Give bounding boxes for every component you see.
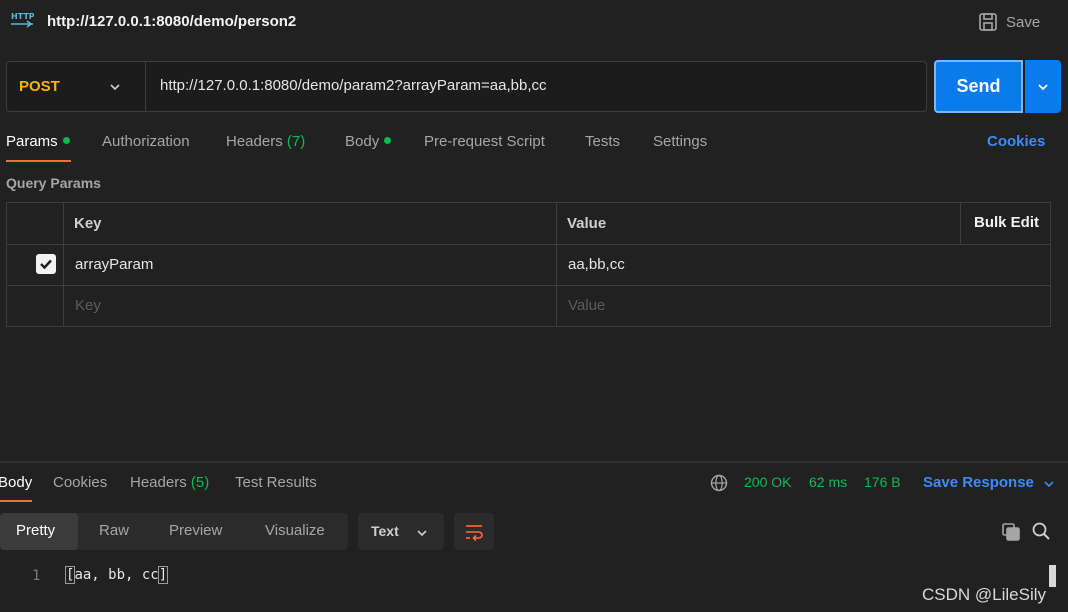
send-options-button[interactable] xyxy=(1025,60,1061,113)
table-divider xyxy=(7,244,1050,245)
param-value-cell[interactable]: aa,bb,cc xyxy=(568,256,625,273)
checkmark-icon xyxy=(40,259,52,270)
headers-count: (7) xyxy=(286,133,306,150)
tab-response-cookies[interactable]: Cookies xyxy=(53,474,107,491)
pane-divider[interactable] xyxy=(0,461,1068,463)
save-label: Save xyxy=(1006,13,1041,31)
save-response-button[interactable]: Save Response xyxy=(923,474,1034,491)
new-key-input[interactable]: Key xyxy=(75,297,101,314)
column-header-value: Value xyxy=(567,215,607,232)
tab-response-body[interactable]: Body xyxy=(0,474,32,491)
tab-tests[interactable]: Tests xyxy=(585,133,620,150)
chevron-down-icon xyxy=(417,530,427,537)
view-visualize-button[interactable]: Visualize xyxy=(265,522,325,539)
column-header-key: Key xyxy=(74,215,102,232)
search-icon[interactable] xyxy=(1031,521,1051,541)
new-value-input[interactable]: Value xyxy=(568,297,605,314)
tab-response-headers-label: Headers xyxy=(130,474,187,491)
response-headers-count: (5) xyxy=(190,474,210,491)
tab-authorization[interactable]: Authorization xyxy=(102,133,190,150)
view-raw-button[interactable]: Raw xyxy=(99,522,129,539)
response-body-code[interactable]: [aa, bb, cc] xyxy=(64,566,169,584)
chevron-down-icon[interactable] xyxy=(1042,477,1056,491)
request-title[interactable]: http://127.0.0.1:8080/demo/person2 xyxy=(47,13,296,30)
tab-settings[interactable]: Settings xyxy=(653,133,707,150)
table-divider xyxy=(556,203,557,326)
cookies-link[interactable]: Cookies xyxy=(987,133,1045,150)
params-indicator-dot xyxy=(62,136,70,144)
http-request-icon: HTTP xyxy=(11,12,34,28)
table-divider xyxy=(63,203,64,326)
tab-headers-label: Headers xyxy=(226,133,283,150)
param-enabled-checkbox[interactable] xyxy=(36,254,56,274)
chevron-down-icon[interactable] xyxy=(108,80,122,94)
table-divider xyxy=(7,285,1050,286)
method-label: POST xyxy=(19,78,60,95)
scrollbar-thumb[interactable] xyxy=(1049,565,1056,587)
copy-icon[interactable] xyxy=(1001,522,1021,542)
wrap-lines-icon xyxy=(466,524,483,541)
url-input[interactable]: http://127.0.0.1:8080/demo/param2?arrayP… xyxy=(160,77,547,94)
chevron-down-icon xyxy=(1038,83,1048,90)
globe-icon[interactable] xyxy=(710,474,728,492)
tab-body-label: Body xyxy=(345,133,380,150)
active-tab-underline xyxy=(0,500,32,502)
save-icon xyxy=(979,13,997,31)
save-button[interactable]: Save xyxy=(978,10,1040,34)
table-divider xyxy=(960,203,961,244)
param-key-cell[interactable]: arrayParam xyxy=(75,256,153,273)
view-pretty-button[interactable]: Pretty xyxy=(16,522,55,539)
view-preview-button[interactable]: Preview xyxy=(169,522,222,539)
tab-params[interactable]: Params xyxy=(6,133,70,150)
query-params-title: Query Params xyxy=(6,175,101,191)
format-label: Text xyxy=(371,523,399,539)
active-tab-underline xyxy=(6,160,71,162)
response-body-text: aa, bb, cc xyxy=(74,567,159,583)
tab-response-headers[interactable]: Headers (5) xyxy=(130,474,209,491)
response-size[interactable]: 176 B xyxy=(864,474,901,490)
status-code[interactable]: 200 OK xyxy=(744,474,791,490)
query-params-table xyxy=(6,202,1051,327)
tab-body[interactable]: Body xyxy=(345,133,392,150)
tab-test-results[interactable]: Test Results xyxy=(235,474,317,491)
close-bracket: ] xyxy=(157,566,169,584)
method-select[interactable]: POST xyxy=(6,61,145,112)
divider xyxy=(145,62,146,111)
svg-text:HTTP: HTTP xyxy=(11,12,34,21)
watermark: CSDN @LileSily xyxy=(922,585,1047,604)
tab-headers[interactable]: Headers (7) xyxy=(226,133,305,150)
bulk-edit-button[interactable]: Bulk Edit xyxy=(974,214,1039,231)
send-button[interactable]: Send xyxy=(934,60,1023,113)
tab-params-label: Params xyxy=(6,133,58,150)
response-time[interactable]: 62 ms xyxy=(809,474,847,490)
body-indicator-dot xyxy=(384,136,392,144)
wrap-lines-button[interactable] xyxy=(454,513,494,550)
line-number: 1 xyxy=(32,568,41,584)
tab-pre-request-script[interactable]: Pre-request Script xyxy=(424,133,545,150)
